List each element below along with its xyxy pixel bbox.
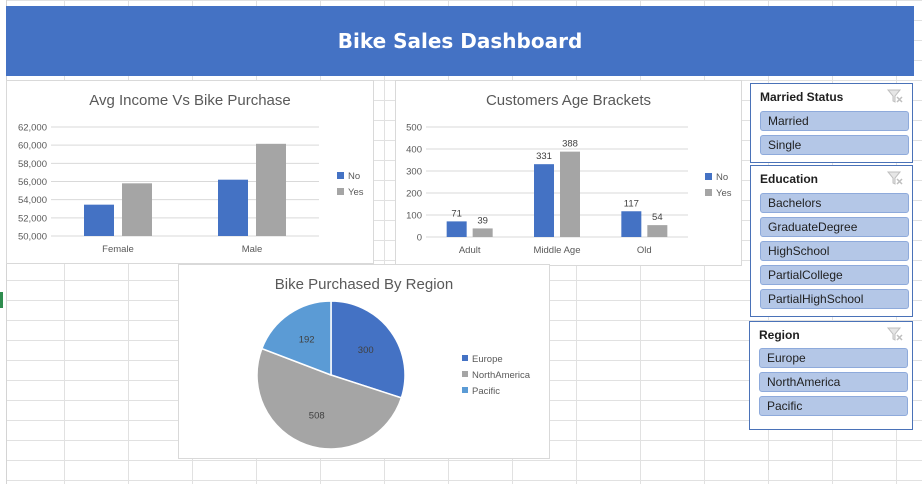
slicer-title: Married Status — [760, 90, 844, 104]
y-tick-label: 54,000 — [18, 195, 47, 206]
y-tick-label: 62,000 — [18, 123, 47, 134]
slicer-item-europe[interactable]: Europe — [759, 348, 908, 368]
bar-no — [621, 211, 642, 237]
y-tick-label: 100 — [406, 211, 422, 222]
slicer-item-married[interactable]: Married — [760, 111, 909, 131]
slicer-item-pacific[interactable]: Pacific — [759, 396, 908, 416]
legend-swatch — [337, 188, 344, 195]
y-tick-label: 300 — [406, 167, 422, 178]
age-brackets-chart[interactable]: Customers Age Brackets 0 100 200 300 400 500 7… — [395, 80, 742, 266]
legend-swatch — [462, 355, 468, 361]
slicer-item-high-school[interactable]: HighSchool — [760, 241, 909, 261]
legend-label: Yes — [348, 187, 364, 198]
slicer-married-status: Married Status Married Single — [750, 83, 913, 163]
data-label: 117 — [624, 198, 639, 209]
y-tick-label: 56,000 — [18, 177, 47, 188]
x-tick-label: Middle Age — [533, 245, 580, 256]
legend-swatch — [462, 387, 468, 393]
data-label: 39 — [477, 215, 488, 226]
legend-swatch — [705, 189, 712, 196]
data-label: 331 — [536, 151, 552, 162]
slicer-title: Education — [760, 172, 819, 186]
legend-label: NorthAmerica — [472, 370, 531, 381]
clear-filter-icon[interactable] — [886, 88, 904, 104]
bar-yes — [647, 225, 668, 237]
data-label: 300 — [358, 345, 374, 356]
y-tick-label: 50,000 — [18, 232, 47, 243]
bar-no — [218, 179, 248, 236]
bar-yes — [472, 228, 493, 237]
data-label: 508 — [309, 410, 325, 421]
slicer-item-partial-high-school[interactable]: PartialHighSchool — [760, 289, 909, 309]
dashboard-title: Bike Sales Dashboard — [337, 29, 583, 53]
y-tick-label: 0 — [417, 233, 422, 244]
legend-swatch — [462, 371, 468, 377]
legend-label: Pacific — [472, 386, 500, 397]
legend-swatch — [705, 173, 712, 180]
x-tick-label: Female — [102, 244, 134, 255]
region-pie-chart[interactable]: Bike Purchased By Region 300 508 192 Europe… — [178, 264, 550, 459]
slicer-item-graduate-degree[interactable]: GraduateDegree — [760, 217, 909, 237]
legend-label: No — [348, 171, 360, 182]
slicer-item-bachelors[interactable]: Bachelors — [760, 193, 909, 213]
legend-label: Europe — [472, 354, 503, 365]
bar-yes — [560, 151, 580, 237]
slicer-region: Region Europe NorthAmerica Pacific — [749, 321, 913, 430]
y-tick-label: 500 — [406, 123, 422, 134]
bar-no — [534, 164, 554, 237]
avg-income-plot: 50,000 52,000 54,000 56,000 58,000 60,000 62,0… — [18, 123, 364, 256]
y-tick-label: 60,000 — [18, 141, 47, 152]
y-tick-label: 52,000 — [18, 213, 47, 224]
clear-filter-icon[interactable] — [886, 170, 904, 186]
slicer-item-single[interactable]: Single — [760, 135, 909, 155]
data-label: 71 — [451, 208, 462, 219]
legend-swatch — [337, 172, 344, 179]
legend-label: Yes — [716, 188, 732, 199]
data-label: 192 — [299, 335, 315, 346]
y-tick-label: 58,000 — [18, 159, 47, 170]
clear-filter-icon[interactable] — [886, 326, 904, 342]
bar-yes — [256, 143, 286, 236]
y-tick-label: 400 — [406, 145, 422, 156]
region-pie-plot: 300 508 192 Europe NorthAmerica Pacific — [256, 300, 531, 450]
data-label: 388 — [562, 139, 578, 150]
dashboard-banner: Bike Sales Dashboard — [6, 6, 914, 76]
data-label: 54 — [652, 212, 663, 223]
x-tick-label: Old — [637, 245, 652, 256]
bar-no — [84, 204, 114, 236]
selected-row-marker — [0, 292, 3, 308]
age-brackets-plot: 0 100 200 300 400 500 71 39 Adult 331 388 Middle Ag… — [406, 123, 732, 257]
bar-no — [446, 221, 467, 237]
x-tick-label: Adult — [459, 245, 481, 256]
y-tick-label: 200 — [406, 189, 422, 200]
slicer-item-north-america[interactable]: NorthAmerica — [759, 372, 908, 392]
x-tick-label: Male — [242, 244, 263, 255]
avg-income-chart[interactable]: Avg Income Vs Bike Purchase 50,000 52,000… — [6, 80, 374, 264]
slicer-education: Education Bachelors GraduateDegree HighS… — [750, 165, 913, 317]
legend-label: No — [716, 172, 728, 183]
slicer-title: Region — [759, 328, 800, 342]
slicer-item-partial-college[interactable]: PartialCollege — [760, 265, 909, 285]
bar-yes — [122, 183, 152, 236]
